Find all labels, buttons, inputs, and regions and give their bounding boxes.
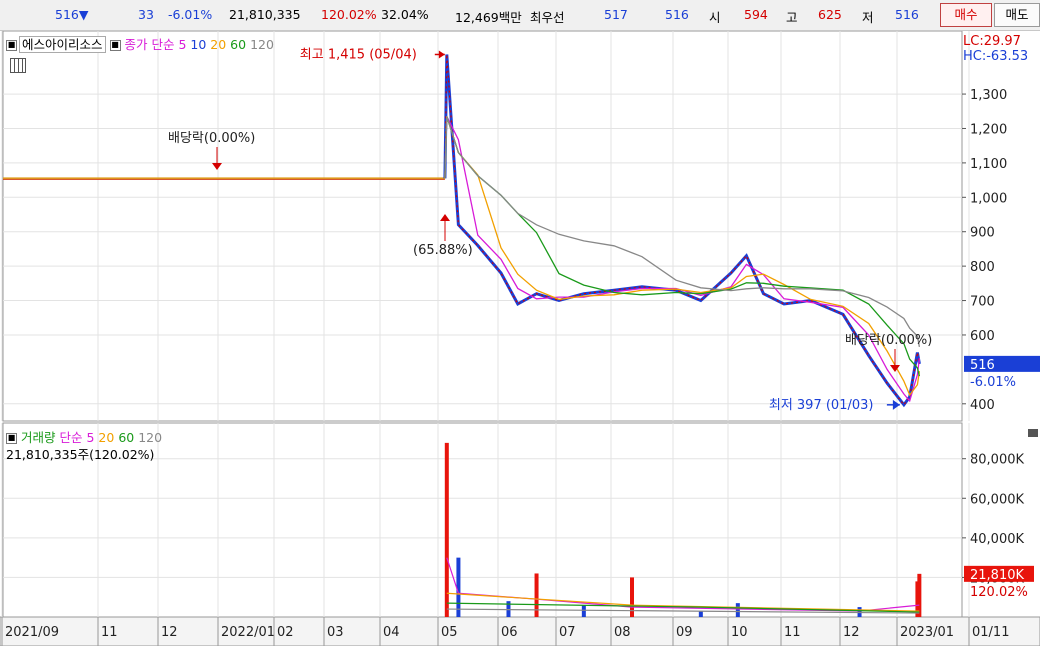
volume-bar <box>534 573 539 617</box>
x-axis-label: 09 <box>676 625 693 640</box>
x-axis-label: 10 <box>731 625 748 640</box>
x-axis-label: 07 <box>559 625 576 640</box>
low-price: 516 <box>895 7 919 22</box>
x-axis-label: 02 <box>277 625 294 640</box>
x-axis-label: 06 <box>501 625 518 640</box>
vma20-label: 20 <box>98 430 115 445</box>
price-tick-label: 1,200 <box>970 122 1007 137</box>
volume-ma-label: 단순 <box>59 430 83 445</box>
volume-tick-label: 60,000K <box>970 492 1024 507</box>
volume-bar <box>581 605 586 617</box>
x-axis-label: 04 <box>383 625 400 640</box>
x-axis-label: 2023/01 <box>900 625 954 640</box>
quote-price: 516▼ <box>55 7 89 22</box>
current-volume-value: 21,810K <box>970 568 1024 583</box>
stock-name[interactable]: 에스아이리소스 <box>19 36 106 53</box>
low-annotation: 최저 397 (01/03) <box>769 398 874 413</box>
dividend-label-2: 배당락(0.00%) <box>845 333 932 348</box>
quote-amount: 12,469백만 <box>455 10 522 25</box>
volume-bar <box>444 442 449 617</box>
high-price: 625 <box>818 7 842 22</box>
vma120-label: 120 <box>138 430 163 445</box>
ma20-label: 20 <box>210 37 227 52</box>
price-tick-label: 800 <box>970 260 995 275</box>
open-label: 시 <box>709 10 721 25</box>
volume-tick-label: 40,000K <box>970 532 1024 547</box>
high-annotation: 최고 1,415 (05/04) <box>300 47 417 62</box>
sell-button[interactable]: 매도 <box>994 3 1040 27</box>
vma60-label: 60 <box>118 430 135 445</box>
volume-current-info: 21,810,335주(120.02%) <box>6 447 155 462</box>
best-bid: 516 <box>665 7 689 22</box>
x-axis-label: 01/11 <box>972 625 1009 640</box>
price-tick-label: 1,100 <box>970 157 1007 172</box>
open-price: 594 <box>744 7 768 22</box>
vma5-label: 5 <box>86 430 95 445</box>
ma-label: 종가 단순 <box>124 37 175 52</box>
volume-toggle-icon[interactable]: ■ <box>6 433 17 444</box>
x-axis-label: 2021/09 <box>5 625 59 640</box>
x-axis-label: 12 <box>161 625 178 640</box>
grid-table-icon[interactable] <box>10 58 26 73</box>
current-price-value: 516 <box>970 358 995 373</box>
quote-bar: 516▼ 33 -6.01% 21,810,335 120.02% 32.04%… <box>0 0 1040 31</box>
volume-title: 거래량 <box>20 430 56 445</box>
x-axis-label: 11 <box>784 625 801 640</box>
price-legend: ■ 에스아이리소스 ■ 종가 단순 5 10 20 60 120 <box>6 34 274 53</box>
high-label: 고 <box>786 10 798 25</box>
volume-tick-label: 80,000K <box>970 453 1024 468</box>
price-tick-label: 1,300 <box>970 88 1007 103</box>
price-tick-label: 400 <box>970 398 995 413</box>
quote-turnover: 32.04% <box>381 7 429 22</box>
price-tick-label: 900 <box>970 226 995 241</box>
price-tick-label: 600 <box>970 329 995 344</box>
best-ask: 517 <box>604 7 628 22</box>
price-toggle-icon[interactable]: ■ <box>6 40 17 51</box>
x-axis-label: 03 <box>327 625 344 640</box>
quote-change-pct: -6.01% <box>168 7 213 22</box>
price-tick-label: 700 <box>970 295 995 310</box>
chart-svg: 1,300 1,200 1,100 1,000 900 800 700 600 400 80,00… <box>0 31 1040 646</box>
lc-value: LC:29.97 <box>963 34 1021 49</box>
ma10-label: 10 <box>190 37 207 52</box>
hc-value: HC:-63.53 <box>963 49 1028 64</box>
volume-bar <box>698 611 703 617</box>
ma-toggle-icon[interactable]: ■ <box>109 40 121 51</box>
chart-area: 1,300 1,200 1,100 1,000 900 800 700 600 400 80,00… <box>0 31 1040 646</box>
x-axis-label: 05 <box>441 625 458 640</box>
x-axis-label: 2022/01 <box>221 625 275 640</box>
panel-close-icon <box>1028 429 1038 437</box>
best-bid-label: 최우선 <box>530 10 565 25</box>
current-price-change: -6.01% <box>970 375 1016 390</box>
current-volume-ratio: 120.02% <box>970 585 1028 600</box>
price-tick-label: 1,000 <box>970 191 1007 206</box>
quote-change: 33 <box>138 7 154 22</box>
quote-volume-ratio: 120.02% <box>321 7 377 22</box>
x-axis-label: 11 <box>101 625 118 640</box>
price-panel-frame <box>2 31 963 422</box>
x-axis-bar <box>0 616 1040 646</box>
ma60-label: 60 <box>230 37 247 52</box>
gap-label: (65.88%) <box>413 243 473 258</box>
x-axis-label: 08 <box>614 625 631 640</box>
ma120-label: 120 <box>250 37 274 52</box>
ma5-label: 5 <box>178 37 187 52</box>
quote-volume: 21,810,335 <box>229 7 301 22</box>
x-axis-label: 12 <box>843 625 860 640</box>
buy-button[interactable]: 매수 <box>940 3 992 27</box>
low-label: 저 <box>862 10 874 25</box>
volume-bar <box>735 603 740 617</box>
dividend-label-1: 배당락(0.00%) <box>168 131 255 146</box>
